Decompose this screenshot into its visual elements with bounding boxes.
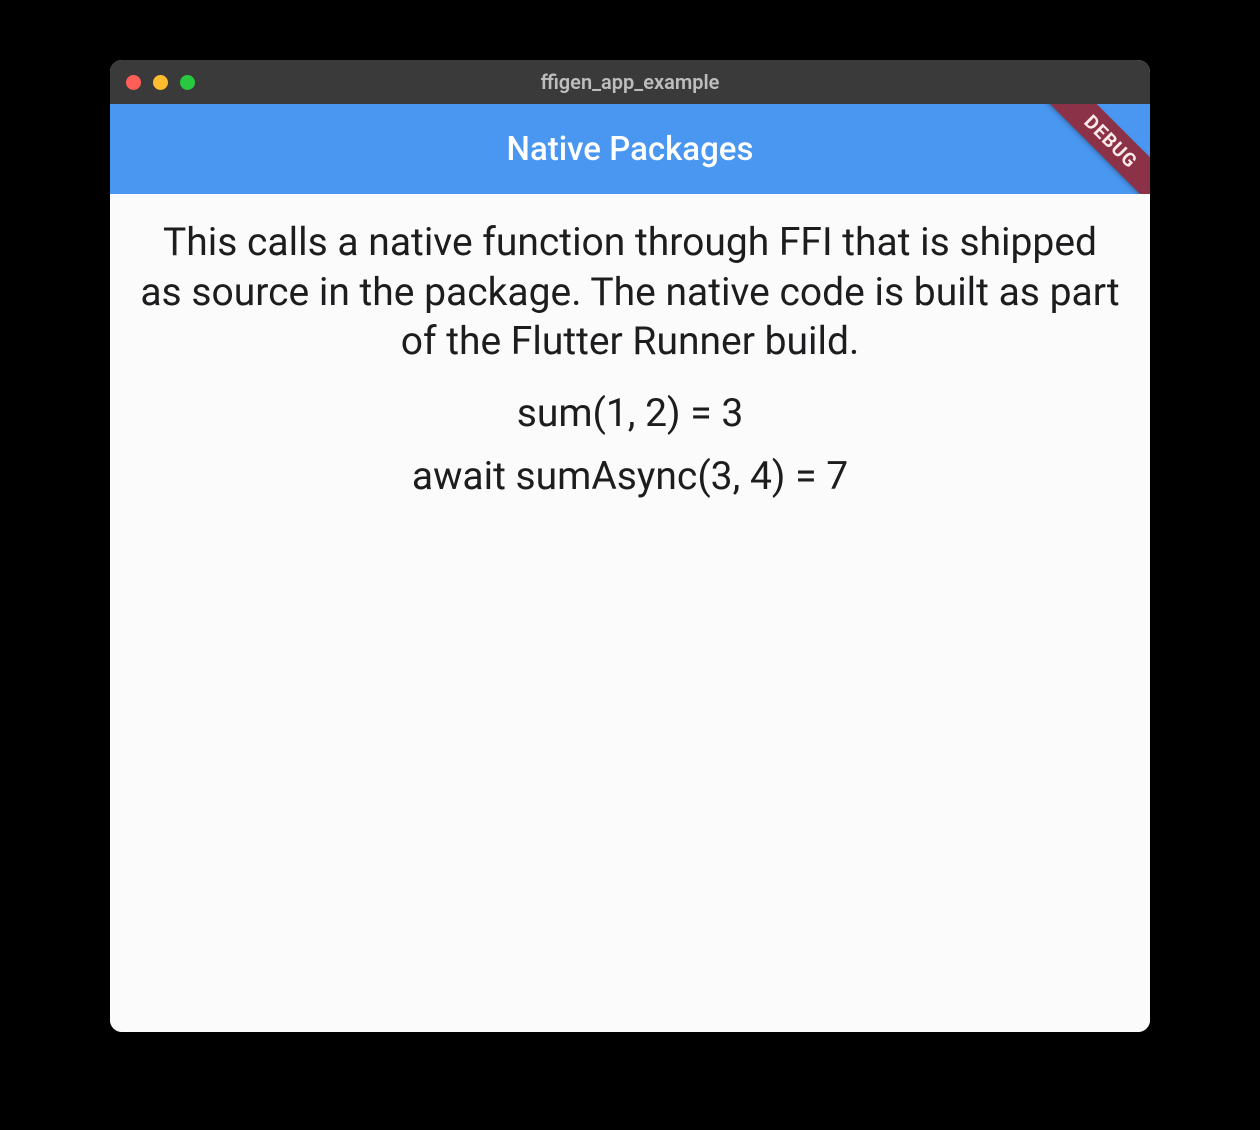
sum-async-result-text: await sumAsync(3, 4) = 7	[138, 452, 1122, 502]
body-content: This calls a native function through FFI…	[110, 194, 1150, 1032]
window-titlebar: ffigen_app_example	[110, 60, 1150, 104]
minimize-button[interactable]	[153, 75, 168, 90]
appbar: Native Packages	[110, 104, 1150, 194]
appbar-title: Native Packages	[507, 130, 754, 169]
window-title: ffigen_app_example	[110, 70, 1150, 94]
description-text: This calls a native function through FFI…	[138, 218, 1122, 367]
window-controls	[126, 75, 195, 90]
close-button[interactable]	[126, 75, 141, 90]
app-window: ffigen_app_example Native Packages DEBUG…	[110, 60, 1150, 1032]
maximize-button[interactable]	[180, 75, 195, 90]
sum-result-text: sum(1, 2) = 3	[138, 389, 1122, 439]
appbar-container: Native Packages DEBUG	[110, 104, 1150, 194]
